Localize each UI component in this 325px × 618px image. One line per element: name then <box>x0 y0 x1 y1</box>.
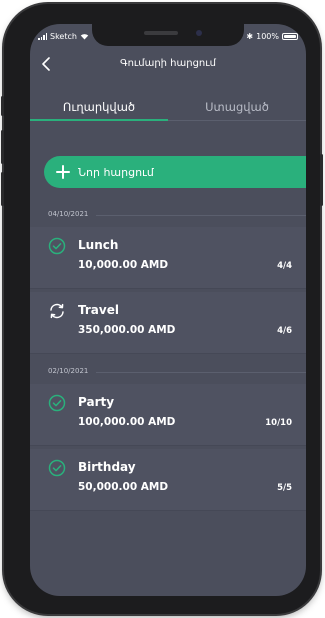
camera <box>196 30 202 36</box>
check-circle-icon <box>48 394 66 412</box>
refresh-icon <box>50 303 64 319</box>
request-name: Party <box>78 395 115 409</box>
tab-bar: Ուղարկված Ստացված <box>30 90 306 121</box>
request-row-travel[interactable]: Travel 350,000.00 AMD 4/6 <box>30 292 306 354</box>
date-header: 04/10/2021 <box>30 210 306 222</box>
phone-frame: Sketch ✱ 100% Գումարի հարցում Ուղարկված … <box>1 4 323 614</box>
request-amount: 350,000.00 AMD <box>78 324 176 336</box>
side-button-power <box>320 154 323 206</box>
request-count: 10/10 <box>265 418 292 428</box>
request-amount: 100,000.00 AMD <box>78 416 176 428</box>
plus-icon <box>56 165 70 179</box>
nav-bar: Գումարի հարցում <box>30 50 306 78</box>
bluetooth-icon: ✱ <box>246 32 254 41</box>
new-request-button[interactable]: Նոր հարցում <box>44 156 306 188</box>
request-name: Lunch <box>78 238 119 252</box>
side-button-volume-down <box>1 172 4 206</box>
signal-icon <box>38 33 47 40</box>
tab-active-indicator <box>30 119 168 121</box>
date-label: 02/10/2021 <box>48 367 89 375</box>
request-amount: 50,000.00 AMD <box>78 481 169 493</box>
carrier-label: Sketch <box>50 32 77 41</box>
speaker <box>144 31 178 35</box>
battery-percent: 100% <box>256 32 279 41</box>
request-count: 4/4 <box>277 261 292 271</box>
request-count: 5/5 <box>277 483 292 493</box>
check-circle-icon <box>48 237 66 255</box>
new-request-label: Նոր հարցում <box>78 165 154 179</box>
request-amount: 10,000.00 AMD <box>78 259 169 271</box>
request-row-lunch[interactable]: Lunch 10,000.00 AMD 4/4 <box>30 227 306 289</box>
request-name: Travel <box>78 303 119 317</box>
divider <box>96 372 306 373</box>
divider <box>96 215 306 216</box>
side-button-volume-up <box>1 130 4 164</box>
date-header: 02/10/2021 <box>30 367 306 379</box>
wifi-icon <box>80 34 89 40</box>
request-row-party[interactable]: Party 100,000.00 AMD 10/10 <box>30 384 306 446</box>
side-button-mute <box>1 96 4 116</box>
tab-sent[interactable]: Ուղարկված <box>30 100 168 114</box>
tab-received[interactable]: Ստացված <box>168 100 306 114</box>
request-row-birthday[interactable]: Birthday 50,000.00 AMD 5/5 <box>30 449 306 511</box>
request-name: Birthday <box>78 460 136 474</box>
request-count: 4/6 <box>277 326 292 336</box>
notch <box>92 24 244 46</box>
page-title: Գումարի հարցում <box>120 58 216 69</box>
app-screen: Sketch ✱ 100% Գումարի հարցում Ուղարկված … <box>30 24 306 596</box>
battery-icon <box>282 33 298 40</box>
date-label: 04/10/2021 <box>48 210 89 218</box>
check-circle-icon <box>48 459 66 477</box>
